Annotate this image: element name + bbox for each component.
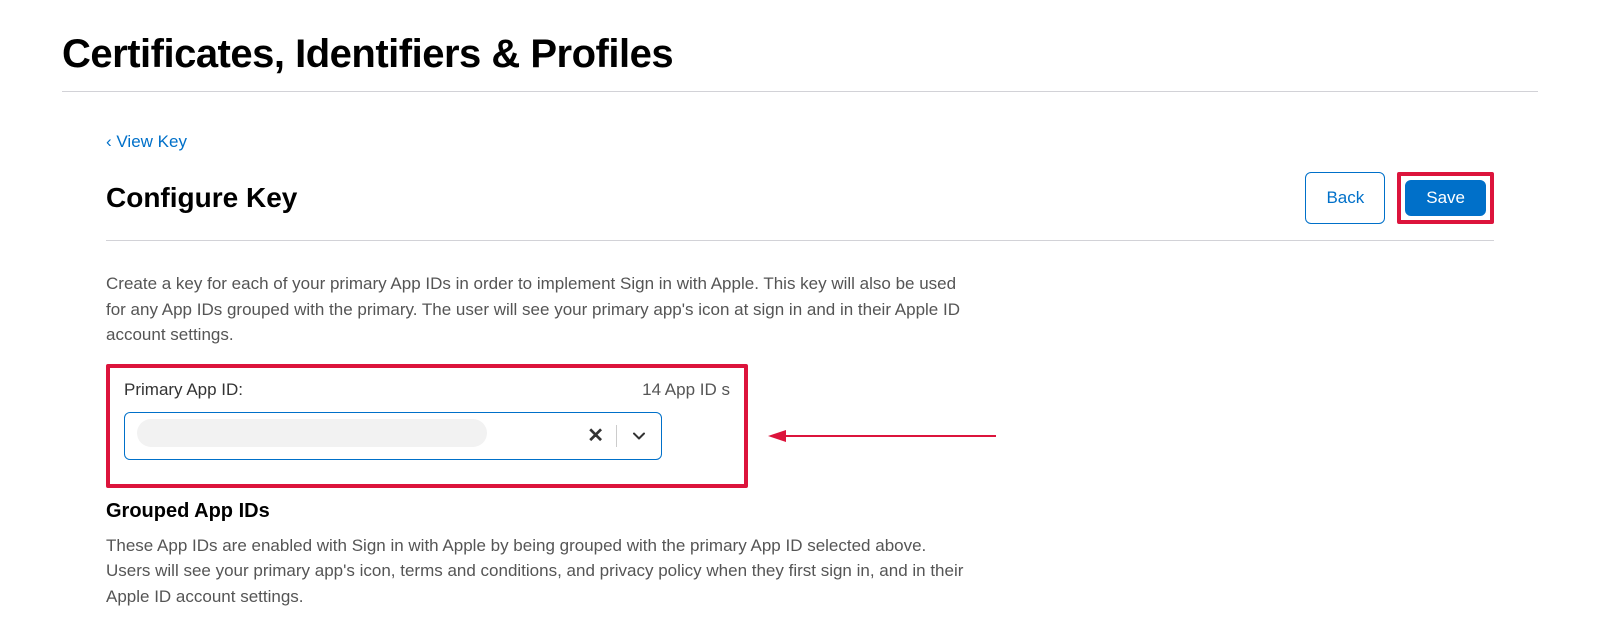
button-group: Back Save xyxy=(1305,172,1494,224)
view-key-link[interactable]: ‹ View Key xyxy=(106,132,187,151)
save-button-highlight: Save xyxy=(1397,172,1494,224)
grouped-app-ids-title: Grouped App IDs xyxy=(106,500,1494,523)
breadcrumb: ‹ View Key xyxy=(106,132,1494,152)
select-value xyxy=(125,419,575,452)
clear-icon[interactable]: ✕ xyxy=(575,423,616,448)
app-id-count: 14 App ID s xyxy=(642,380,730,400)
primary-app-id-select[interactable]: ✕ xyxy=(124,412,662,460)
primary-app-id-label: Primary App ID: xyxy=(124,380,243,400)
save-button[interactable]: Save xyxy=(1405,180,1486,216)
primary-app-id-highlight: Primary App ID: 14 App ID s ✕ xyxy=(106,364,748,488)
arrow-annotation xyxy=(768,430,996,442)
grouped-app-ids-description: These App IDs are enabled with Sign in w… xyxy=(106,533,966,610)
redacted-value xyxy=(137,419,487,447)
page-title: Certificates, Identifiers & Profiles xyxy=(62,32,1538,92)
section-title: Configure Key xyxy=(106,182,297,214)
back-button[interactable]: Back xyxy=(1305,172,1385,224)
description-text: Create a key for each of your primary Ap… xyxy=(106,271,966,348)
chevron-down-icon[interactable] xyxy=(617,428,661,444)
